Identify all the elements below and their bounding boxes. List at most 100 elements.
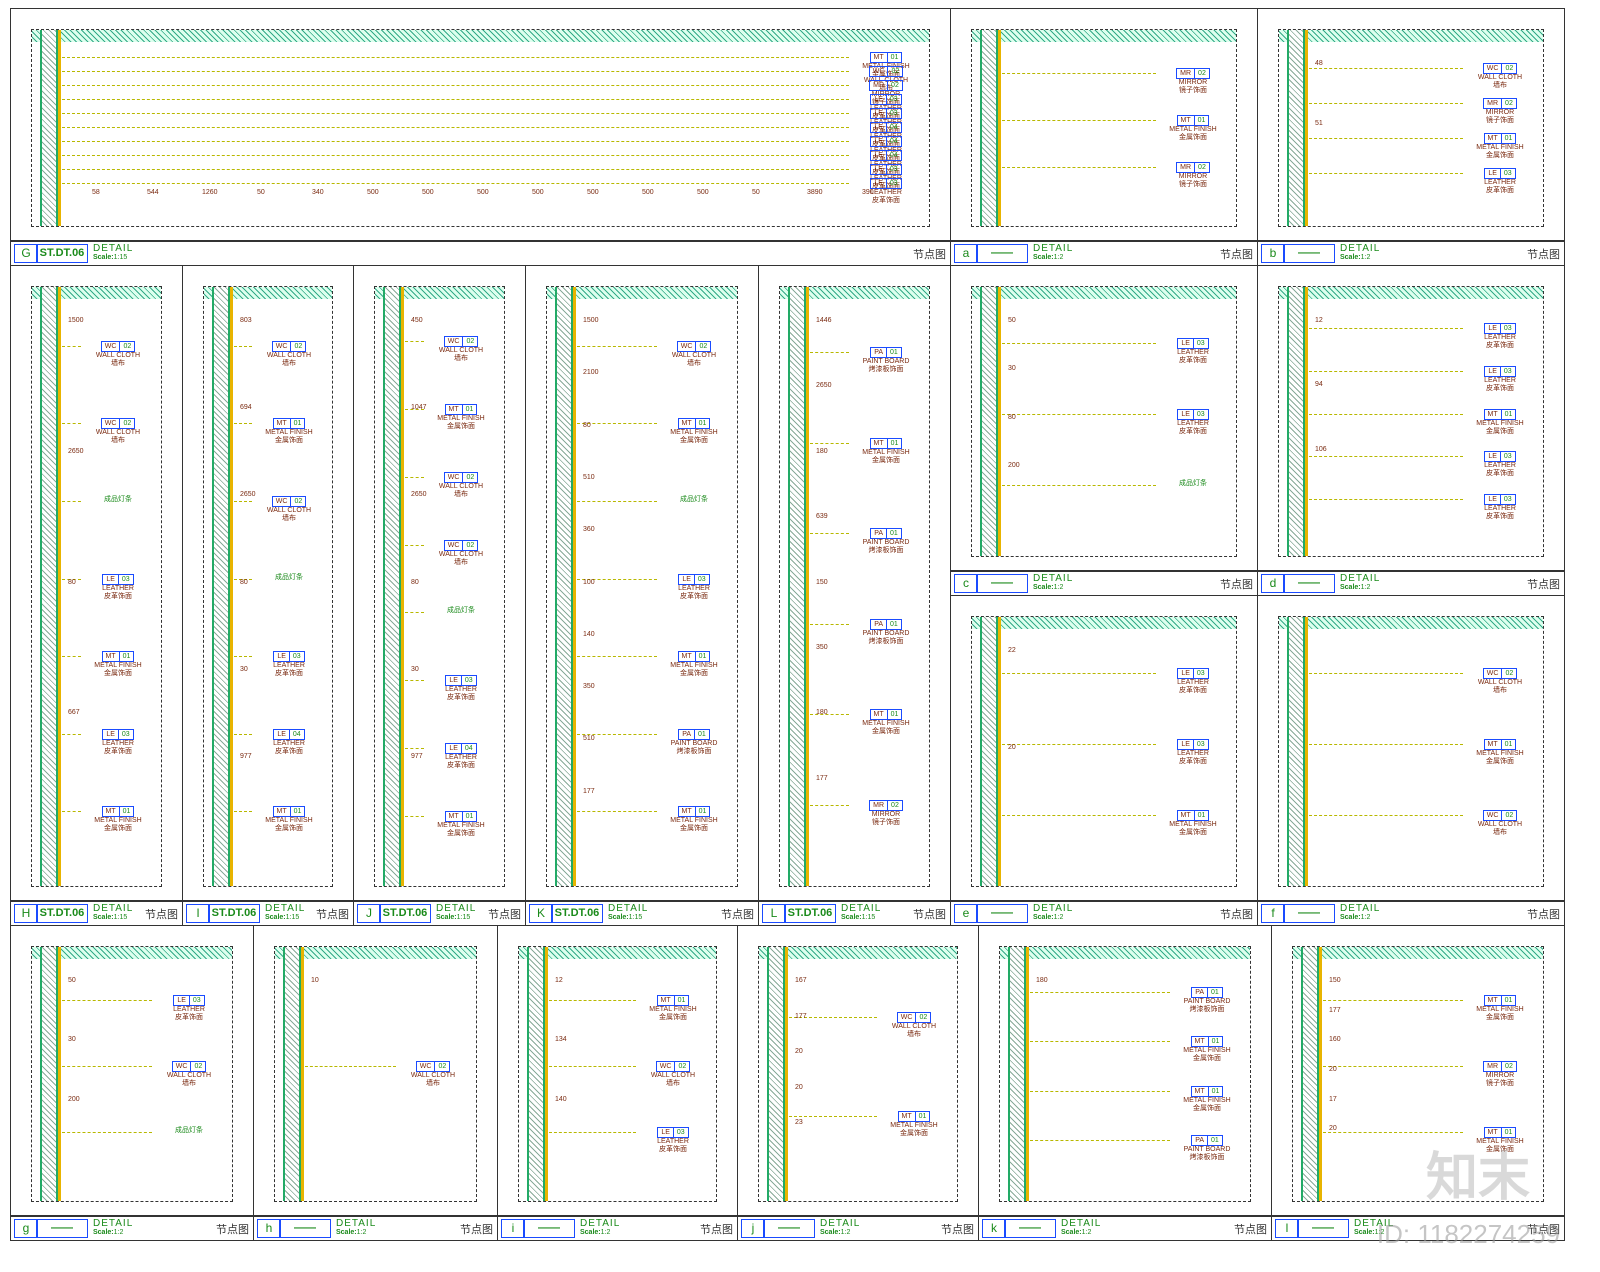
material-code: WC <box>1484 668 1503 678</box>
material-code-box: WC 02 <box>443 539 479 551</box>
dimension-label: 1260 <box>202 189 218 196</box>
material-name: METAL FINISH <box>437 414 485 422</box>
material-number: 02 <box>1505 64 1514 72</box>
material-number: 03 <box>676 1129 685 1136</box>
dimension-label: 977 <box>411 752 423 760</box>
drawing-code: —— <box>976 574 1028 593</box>
title-bar: j —— DETAIL Scale:1:2 节点图 <box>738 1215 978 1240</box>
material-name-cn: 金属饰面 <box>104 670 132 678</box>
drawing-code: —— <box>1283 904 1335 923</box>
dimension-label: 350 <box>816 643 828 651</box>
material-code-box: LE 03 <box>1484 167 1516 179</box>
ceiling-band <box>972 30 1236 42</box>
material-code-box: WC 02 <box>1482 62 1518 74</box>
material-code-box: LE 03 <box>657 1127 689 1138</box>
leader-line <box>1323 1000 1463 1001</box>
material-tag: MT 01 METAL FINISH 金属饰面 <box>659 418 729 445</box>
material-name: LEATHER <box>445 754 477 762</box>
material-number: 02 <box>1505 1063 1513 1070</box>
dimension-label: 50 <box>1008 317 1016 324</box>
material-code-box: WC 02 <box>1482 667 1518 679</box>
drawing-area: WC 02 WALL CLOTH 墙布 WC 02 WALL CLOTH 墙布 成品灯条 LE 03… <box>31 286 162 887</box>
scale-label: Scale:1:15 <box>841 914 875 921</box>
leader-line <box>1309 172 1463 174</box>
material-name: METAL FINISH <box>670 817 718 825</box>
finish-line <box>545 947 548 1201</box>
material-number: 01 <box>293 420 302 428</box>
material-number: 02 <box>699 342 708 350</box>
detail-letter: e <box>954 904 978 923</box>
node-drawing-label: 节点图 <box>488 909 521 921</box>
material-code-box: LE 04 <box>445 743 477 755</box>
material-code: LE <box>871 109 887 118</box>
dimension-label: 360 <box>583 526 595 534</box>
material-name-cn: 墙布 <box>111 359 125 367</box>
finish-line <box>998 287 1001 556</box>
material-name: LEATHER <box>1484 178 1516 186</box>
material-name-cn: 皮革饰面 <box>872 197 900 204</box>
material-tag: MT 01 METAL FINISH 金属饰面 <box>1158 809 1228 837</box>
material-tag: MT 01 METAL FINISH 金属饰面 <box>638 995 708 1022</box>
wall-section <box>40 30 58 226</box>
material-code-box: MT 01 <box>272 806 306 818</box>
finish-line <box>573 287 576 886</box>
leader-line <box>62 57 849 58</box>
material-tag: LE 04 LEATHER 皮革饰面 <box>254 728 324 756</box>
material-name-cn: 金属饰面 <box>680 825 708 833</box>
title-bar: b —— DETAIL Scale:1:2 节点图 <box>1258 240 1564 265</box>
material-name-cn: 烤漆板饰面 <box>1189 1154 1225 1162</box>
material-code-box: MR 02 <box>1176 161 1210 173</box>
material-name-cn: 墙布 <box>111 437 125 445</box>
drawing-area: LE 03 LEATHER 皮革饰面 LE 03 LEATHER 皮革饰面 MT 01 METAL … <box>971 616 1237 887</box>
material-code-box: MT 01 <box>677 651 711 663</box>
leader-line <box>1002 73 1156 75</box>
material-code-box: PA 01 <box>870 618 902 630</box>
material-tag: LE 03 LEATHER 皮革饰面 <box>426 675 496 702</box>
scale-value: 1:2 <box>600 1229 611 1236</box>
dimension-label: 510 <box>583 473 595 481</box>
drawing-area: WC 02 WALL CLOTH 墙布 MT 01 METAL FINISH 金属饰面 WC 02… <box>203 286 333 887</box>
wall-section <box>1287 30 1305 226</box>
scale-label: Scale:1:2 <box>820 1229 850 1236</box>
leader-line <box>62 169 849 170</box>
material-name-cn: 墙布 <box>1493 81 1507 89</box>
detail-letter: I <box>186 904 210 923</box>
detail-label: DETAIL <box>436 903 477 914</box>
material-code: WC <box>173 1062 192 1071</box>
material-name-cn: 皮革饰面 <box>659 1146 687 1153</box>
dimension-label: 20 <box>1329 1125 1337 1133</box>
leader-line <box>62 141 849 142</box>
material-number: 04 <box>889 124 898 131</box>
material-code: WC <box>898 1012 917 1022</box>
material-number: 01 <box>1211 1038 1220 1046</box>
dimension-label: 30 <box>68 1036 76 1044</box>
drawing-area: LE 03 LEATHER 皮革饰面 LE 03 LEATHER 皮革饰面 MT 01 METAL … <box>1278 286 1544 557</box>
material-code-box: LE 03 <box>1484 365 1516 377</box>
material-name: WALL CLOTH <box>266 351 312 359</box>
material-tag: 成品灯条 <box>154 1127 224 1135</box>
material-tag: WC 02 WALL CLOTH 墙布 <box>83 340 153 368</box>
material-code-box: MT 01 <box>444 403 478 415</box>
material-name: METAL FINISH <box>94 662 142 670</box>
material-tag: WC 02 WALL CLOTH 墙布 <box>254 495 324 523</box>
material-name-cn: 墙布 <box>454 354 468 362</box>
material-name-cn: 皮革饰面 <box>1179 356 1207 364</box>
material-name: WALL CLOTH <box>1477 73 1523 81</box>
material-tag: WC 02 WALL CLOTH 墙布 <box>638 1061 708 1088</box>
material-code-box: WC 02 <box>271 495 307 507</box>
wall-section <box>283 947 301 1201</box>
scale-label: Scale:1:2 <box>1340 914 1370 921</box>
drawing-area: WC 02 WALL CLOTH 墙布 MT 01 METAL FINISH 金属饰面 成品灯条… <box>546 286 738 887</box>
material-name: LEATHER <box>1177 348 1209 356</box>
material-code-box: WC 02 <box>271 340 307 352</box>
material-code: LE <box>871 179 887 188</box>
material-code-box: MR 02 <box>1483 97 1517 109</box>
material-name: METAL FINISH <box>649 1006 697 1013</box>
detail-letter: g <box>14 1219 38 1238</box>
material-number: 03 <box>1503 169 1512 177</box>
material-name: LEATHER <box>1484 462 1516 470</box>
material-number: 02 <box>1505 811 1514 819</box>
material-name-cn: 烤漆板饰面 <box>1189 1005 1225 1013</box>
material-name: METAL FINISH <box>1169 820 1217 828</box>
leader-line <box>234 656 252 658</box>
